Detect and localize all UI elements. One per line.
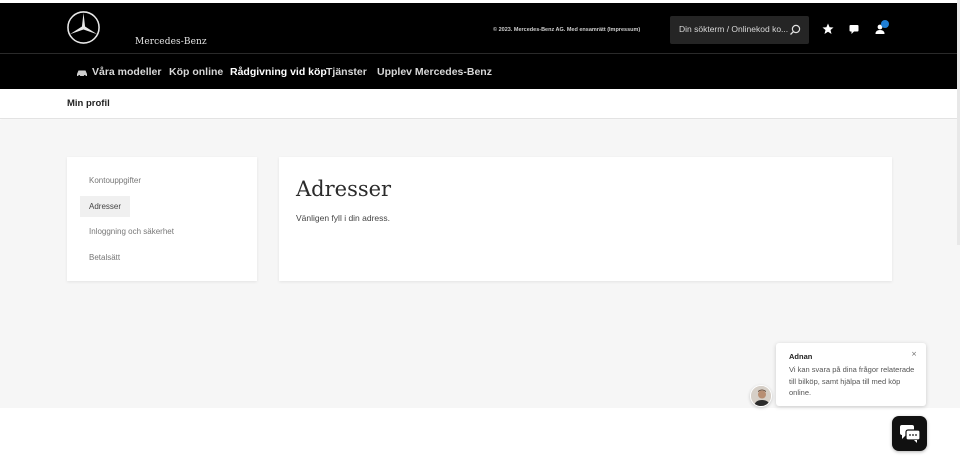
chat-launcher-button[interactable] [892, 416, 927, 451]
nav-item-kop-online[interactable]: Köp online [169, 66, 223, 78]
nav-item-vara-modeller[interactable]: Våra modeller [92, 66, 161, 78]
avatar[interactable] [750, 385, 772, 407]
chat-agent-name: Adnan [789, 352, 813, 361]
nav-item-tjanster[interactable]: Tjänster [326, 66, 367, 78]
star-icon[interactable] [821, 22, 835, 36]
chat-icon[interactable] [847, 22, 861, 36]
sidebar-item-inloggning-och-sakerhet[interactable]: Inloggning och säkerhet [80, 221, 183, 242]
section-title: Adresser [296, 177, 392, 201]
brand-wordmark[interactable]: Mercedes-Benz [135, 37, 207, 47]
sidebar-item-kontouppgifter[interactable]: Kontouppgifter [80, 170, 150, 191]
mercedes-star-logo[interactable] [66, 10, 101, 45]
sidebar-item-betalsatt[interactable]: Betalsätt [80, 247, 129, 268]
search-input[interactable]: Din sökterm / Onlinekod ko... [679, 24, 789, 34]
profile-subheader: Min profil [0, 89, 960, 119]
section-description: Vänligen fyll i din adress. [296, 213, 391, 223]
notification-badge [881, 20, 889, 28]
search-icon[interactable] [788, 23, 802, 37]
sidebar-item-adresser[interactable]: Adresser [80, 196, 131, 217]
nav-item-radgivning-vid-kop[interactable]: Rådgivning vid köp [230, 66, 327, 78]
nav-item-upplev-mercedes-benz[interactable]: Upplev Mercedes-Benz [377, 66, 492, 78]
page-title: Min profil [67, 98, 110, 109]
main-navigation: Våra modeller Köp online Rådgivning vid … [0, 54, 960, 89]
search-box[interactable]: Din sökterm / Onlinekod ko... [670, 16, 809, 44]
copyright-link[interactable]: © 2023. Mercedes-Benz AG. Med ensamrätt … [493, 27, 640, 33]
top-header: Mercedes-Benz © 2023. Mercedes-Benz AG. … [0, 3, 960, 54]
chat-popup[interactable]: Adnan Vi kan svara på dina frågor relate… [776, 343, 926, 406]
car-icon [77, 70, 87, 77]
close-icon[interactable]: × [908, 348, 920, 360]
profile-sidebar: Kontouppgifter Adresser Inloggning och s… [67, 157, 257, 281]
chat-bubbles-icon [900, 425, 921, 443]
addresses-panel: Adresser Vänligen fyll i din adress. [279, 157, 892, 281]
chat-message: Vi kan svara på dina frågor relaterade t… [789, 365, 915, 397]
